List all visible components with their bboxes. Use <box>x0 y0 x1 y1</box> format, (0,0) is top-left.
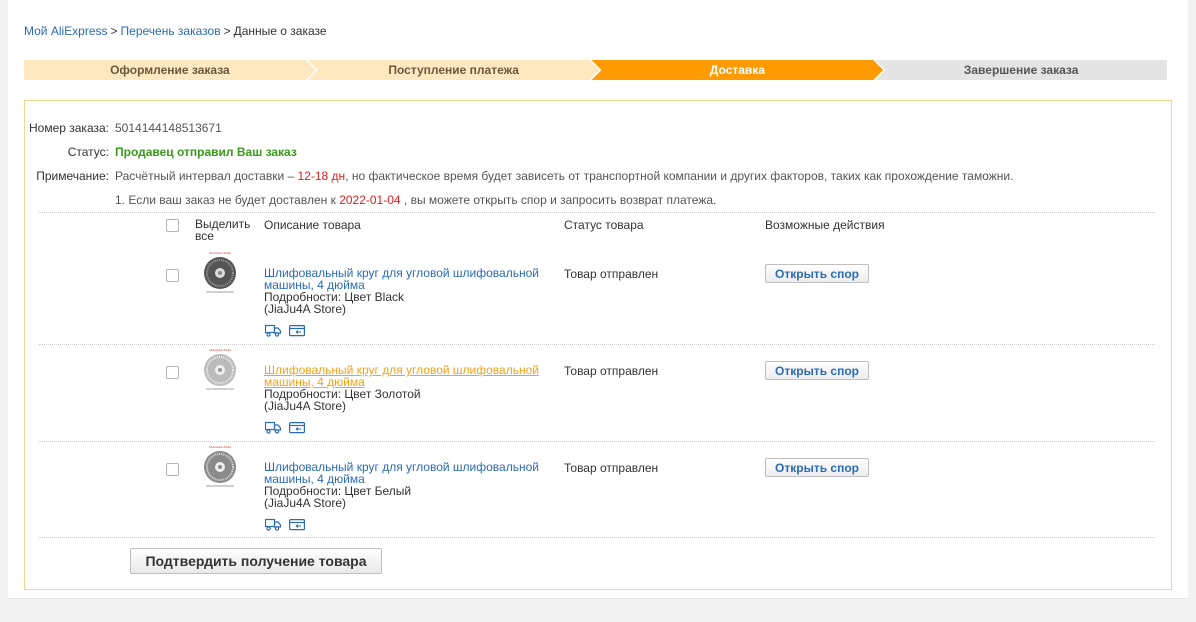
item-checkbox[interactable] <box>166 269 179 282</box>
row-divider <box>39 537 1155 538</box>
open-dispute-button[interactable]: Открыть спор <box>765 458 869 477</box>
product-store: (JiaJu4A Store) <box>264 399 347 413</box>
step-completed: Завершение заказа <box>875 60 1167 80</box>
product-store: (JiaJu4A Store) <box>264 302 347 316</box>
confirm-receipt-button[interactable]: Подтвердить получение товара <box>130 548 382 574</box>
truck-icon[interactable] <box>265 518 281 531</box>
header-description: Описание товара <box>264 218 361 232</box>
card-icon[interactable] <box>289 518 305 531</box>
product-store: (JiaJu4A Store) <box>264 496 347 510</box>
card-icon[interactable] <box>289 324 305 337</box>
svg-text:Stainless Plate: Stainless Plate <box>209 251 231 255</box>
item-checkbox[interactable] <box>166 366 179 379</box>
select-all-checkbox[interactable] <box>166 219 179 232</box>
step-shipping: Доставка <box>592 60 884 80</box>
truck-icon[interactable] <box>265 421 281 434</box>
note-suffix: , но фактическое время будет зависеть от… <box>345 169 1014 183</box>
select-all-label: Выделить все <box>195 217 251 243</box>
product-status: Товар отправлен <box>564 461 659 475</box>
header-status: Статус товара <box>564 218 644 232</box>
step-payment-received: Поступление платежа <box>308 60 600 80</box>
order-note2-text: 1. Если ваш заказ не будет доставлен к 2… <box>115 193 716 207</box>
note-prefix: Расчётный интервал доставки – <box>115 169 298 183</box>
breadcrumb-current: Данные о заказе <box>233 24 327 38</box>
product-title-link[interactable]: Шлифовальный круг для угловой шлифовальн… <box>264 461 554 485</box>
order-status-value: Продавец отправил Ваш заказ <box>115 145 297 159</box>
order-info-box: Номер заказа: 5014144148513671 Статус: П… <box>24 100 1172 590</box>
row-divider <box>39 441 1155 442</box>
order-number-value: 5014144148513671 <box>115 121 222 135</box>
breadcrumb-my-aliexpress[interactable]: Мой AliExpress <box>24 24 108 38</box>
breadcrumb-separator: > <box>110 24 118 38</box>
row-divider <box>39 344 1155 345</box>
note2-deadline-date: 2022-01-04 <box>339 193 401 207</box>
item-icons <box>265 421 305 434</box>
product-title-link[interactable]: Шлифовальный круг для угловой шлифовальн… <box>264 364 554 388</box>
order-status-label: Статус: <box>67 145 109 159</box>
table-top-divider <box>39 212 1155 213</box>
svg-text:Stainless Plate: Stainless Plate <box>209 348 231 352</box>
note2-suffix: , вы можете открыть спор и запросить воз… <box>400 193 717 207</box>
breadcrumb: Мой AliExpress > Перечень заказов > Данные о… <box>24 24 327 38</box>
card-icon[interactable] <box>289 421 305 434</box>
item-checkbox[interactable] <box>166 463 179 476</box>
note2-prefix: 1. Если ваш заказ не будет доставлен к <box>115 193 340 207</box>
step-order-placed: Оформление заказа <box>24 60 316 80</box>
truck-icon[interactable] <box>265 324 281 337</box>
note-delivery-days: 12-18 дн <box>297 169 346 183</box>
item-icons <box>265 518 305 531</box>
order-details-page: Мой AliExpress > Перечень заказов > Данные о… <box>8 0 1188 599</box>
item-icons <box>265 324 305 337</box>
open-dispute-button[interactable]: Открыть спор <box>765 361 869 380</box>
product-thumbnail[interactable]: Stainless Plate <box>200 443 240 489</box>
product-thumbnail[interactable]: Stainless Plate <box>200 249 240 295</box>
order-progress-steps: Оформление заказа Поступление платежа До… <box>24 60 1167 80</box>
header-actions: Возможные действия <box>765 218 885 232</box>
breadcrumb-orders-list[interactable]: Перечень заказов <box>121 24 221 38</box>
breadcrumb-separator: > <box>223 24 231 38</box>
product-status: Товар отправлен <box>564 267 659 281</box>
order-note-label: Примечание: <box>36 169 109 183</box>
product-status: Товар отправлен <box>564 364 659 378</box>
product-thumbnail[interactable]: Stainless Plate <box>200 346 240 392</box>
open-dispute-button[interactable]: Открыть спор <box>765 264 869 283</box>
order-number-label: Номер заказа: <box>28 121 109 135</box>
order-note-text: Расчётный интервал доставки – 12-18 дн, … <box>115 169 1013 183</box>
product-title-link[interactable]: Шлифовальный круг для угловой шлифовальн… <box>264 267 554 291</box>
svg-text:Stainless Plate: Stainless Plate <box>209 445 231 449</box>
